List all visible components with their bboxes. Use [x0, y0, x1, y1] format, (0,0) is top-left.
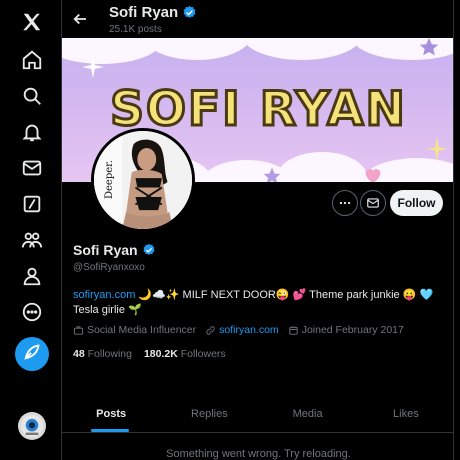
tab-replies[interactable]: Replies — [160, 398, 258, 432]
tab-likes[interactable]: Likes — [357, 398, 453, 432]
profile-bio: sofiryan.com 🌙☁️✨ MILF NEXT DOOR😜 💕 Them… — [73, 288, 443, 318]
bell-icon[interactable] — [18, 118, 46, 146]
avatar-caption: Deeper. — [104, 159, 115, 199]
calendar-icon — [289, 325, 298, 335]
briefcase-icon — [73, 325, 84, 335]
mail-icon[interactable] — [18, 154, 46, 182]
user-handle: @SofiRyanxoxo — [73, 262, 145, 273]
x-logo[interactable] — [18, 8, 46, 36]
search-icon[interactable] — [18, 82, 46, 110]
compose-button[interactable] — [15, 337, 49, 371]
tab-media[interactable]: Media — [259, 398, 357, 432]
more-options-button[interactable] — [332, 190, 358, 216]
display-name-text: Sofi Ryan — [73, 242, 138, 258]
active-tab-indicator — [91, 429, 129, 432]
tab-label: Likes — [393, 408, 419, 420]
joined-text: Joined February 2017 — [301, 324, 404, 336]
grok-icon[interactable] — [18, 190, 46, 218]
error-message: Something went wrong. Try reloading. — [166, 448, 351, 460]
tab-label: Media — [292, 408, 323, 420]
tab-posts[interactable]: Posts — [62, 398, 160, 432]
home-icon[interactable] — [18, 46, 46, 74]
profile-icon[interactable] — [18, 262, 46, 290]
sparkle-icon — [82, 56, 104, 78]
follow-stats: 48 Following 180.2K Followers — [73, 348, 226, 360]
profile-meta: Social Media Influencer sofiryan.com Joi… — [73, 324, 448, 336]
profile-tabs: Posts Replies Media Likes — [62, 398, 453, 433]
header-name-text: Sofi Ryan — [109, 4, 179, 21]
follow-button[interactable]: Follow — [390, 190, 443, 216]
verified-badge-icon — [183, 5, 196, 18]
verified-badge-icon[interactable] — [142, 243, 156, 257]
message-button[interactable] — [360, 190, 386, 216]
following-link[interactable]: 48 Following — [73, 348, 132, 360]
followers-count: 180.2K — [143, 348, 178, 360]
header-name: Sofi Ryan — [109, 4, 197, 21]
link-icon — [206, 325, 215, 335]
communities-icon[interactable] — [18, 226, 46, 254]
post-count: 25.1K posts — [109, 24, 162, 35]
profile-column: Sofi Ryan 25.1K posts SOFI RYAN Deeper. … — [61, 0, 454, 460]
banner-title: SOFI RYAN — [109, 81, 407, 139]
website-link[interactable]: sofiryan.com — [219, 324, 279, 336]
followers-link[interactable]: 180.2K Followers — [144, 348, 226, 360]
profile-header-bar: Sofi Ryan 25.1K posts — [62, 0, 453, 38]
meta-joined: Joined February 2017 — [288, 324, 404, 336]
star-icon — [263, 167, 281, 182]
meta-category: Social Media Influencer — [73, 324, 196, 336]
tab-label: Replies — [191, 408, 228, 420]
sparkle-icon — [427, 136, 447, 162]
bio-link[interactable]: sofiryan.com — [73, 289, 135, 301]
account-avatar[interactable] — [18, 412, 46, 440]
heart-icon — [365, 169, 381, 182]
following-label: Following — [87, 348, 132, 360]
profile-avatar[interactable]: Deeper. — [91, 128, 195, 232]
arrow-left-icon — [73, 13, 86, 25]
display-name: Sofi Ryan — [73, 242, 156, 258]
followers-label: Followers — [180, 348, 226, 360]
category-text: Social Media Influencer — [87, 324, 197, 336]
following-count: 48 — [73, 348, 85, 360]
meta-website: sofiryan.com — [205, 324, 279, 336]
star-icon — [419, 38, 439, 56]
back-button[interactable] — [70, 9, 90, 29]
more-icon — [339, 201, 351, 205]
side-navigation — [0, 0, 62, 460]
more-circle-icon[interactable] — [18, 298, 46, 326]
tab-label: Posts — [96, 408, 127, 420]
mail-icon — [367, 198, 379, 208]
compose-icon — [21, 341, 43, 368]
